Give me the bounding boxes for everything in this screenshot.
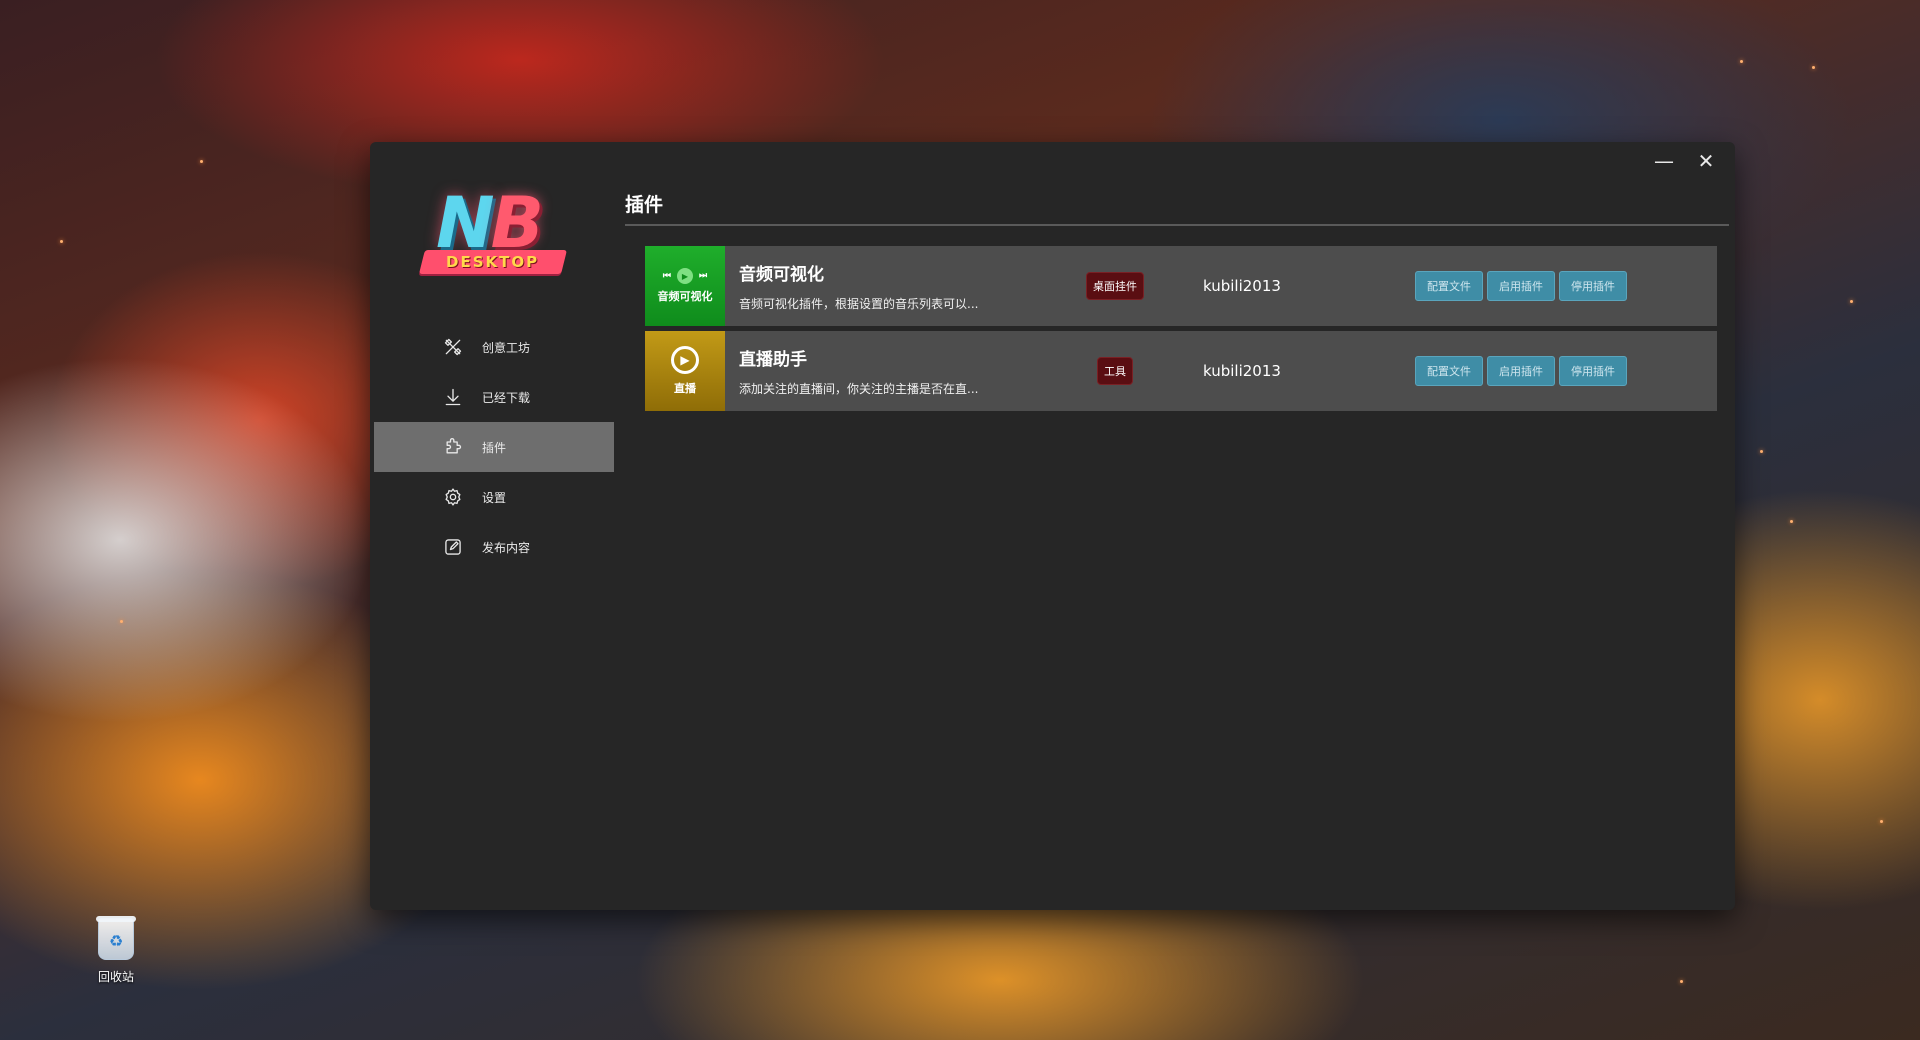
edit-icon — [442, 536, 464, 558]
sidebar-item-downloaded[interactable]: 已经下载 — [374, 372, 614, 422]
plugin-thumbnail: ⏮ ▶ ⏭ 音频可视化 — [645, 246, 725, 326]
config-file-button[interactable]: 配置文件 — [1415, 271, 1483, 301]
plugin-name: 音频可视化 — [739, 265, 824, 285]
sidebar-item-publish[interactable]: 发布内容 — [374, 522, 614, 572]
plugin-actions: 配置文件 启用插件 停用插件 — [1415, 271, 1627, 301]
sidebar-item-workshop[interactable]: 创意工坊 — [374, 322, 614, 372]
puzzle-icon — [442, 436, 464, 458]
play-circle-icon: ▶ — [671, 346, 699, 374]
title-divider — [625, 224, 1729, 226]
plugin-thumbnail-label: 直播 — [674, 382, 696, 395]
sidebar-item-label: 已经下载 — [482, 390, 531, 405]
sidebar-item-label: 发布内容 — [482, 540, 531, 555]
plugin-row: ▶ 直播 直播助手 添加关注的直播间，你关注的主播是否在直... 工具 kubi… — [645, 331, 1717, 411]
plugin-list: ⏮ ▶ ⏭ 音频可视化 音频可视化 音频可视化插件，根据设置的音乐列表可以... 桌… — [645, 246, 1717, 411]
plugin-actions: 配置文件 启用插件 停用插件 — [1415, 356, 1627, 386]
sidebar-item-plugins[interactable]: 插件 — [374, 422, 614, 472]
recycle-bin-icon: ♻ — [96, 916, 136, 960]
plugin-description: 添加关注的直播间，你关注的主播是否在直... — [739, 382, 979, 396]
download-icon — [442, 386, 464, 408]
plugin-author: kubili2013 — [1203, 277, 1281, 295]
plugin-thumbnail: ▶ 直播 — [645, 331, 725, 411]
plugin-row: ⏮ ▶ ⏭ 音频可视化 音频可视化 音频可视化插件，根据设置的音乐列表可以... 桌… — [645, 246, 1717, 326]
minimize-button[interactable]: — — [1653, 150, 1675, 172]
plugin-author: kubili2013 — [1203, 362, 1281, 380]
enable-plugin-button[interactable]: 启用插件 — [1487, 356, 1555, 386]
main-content: 插件 ⏮ ▶ ⏭ 音频可视化 音频可视化 音频可视化插件，根据设置的音乐列表可以..… — [625, 190, 1729, 416]
disable-plugin-button[interactable]: 停用插件 — [1559, 271, 1627, 301]
media-controls-icon: ⏮ ▶ ⏭ — [663, 268, 707, 284]
plugin-name: 直播助手 — [739, 350, 807, 370]
page-title: 插件 — [625, 194, 664, 216]
plugin-tag-badge: 桌面挂件 — [1086, 272, 1144, 300]
logo-banner: DESKTOP — [419, 250, 567, 274]
sidebar-item-settings[interactable]: 设置 — [374, 472, 614, 522]
sidebar: 创意工坊 已经下载 插件 设置 发布内容 — [374, 322, 614, 572]
sidebar-item-label: 创意工坊 — [482, 340, 531, 355]
enable-plugin-button[interactable]: 启用插件 — [1487, 271, 1555, 301]
plugin-description: 音频可视化插件，根据设置的音乐列表可以... — [739, 297, 979, 311]
tools-icon — [442, 336, 464, 358]
recycle-bin-label: 回收站 — [97, 970, 134, 984]
plugin-tag-badge: 工具 — [1097, 357, 1133, 385]
config-file-button[interactable]: 配置文件 — [1415, 356, 1483, 386]
app-window: — ✕ NB DESKTOP 创意工坊 已经下载 插件 设置 发布内容 插件 ⏮… — [370, 142, 1735, 910]
sidebar-item-label: 插件 — [482, 440, 507, 455]
plugin-thumbnail-label: 音频可视化 — [657, 290, 713, 303]
close-button[interactable]: ✕ — [1695, 150, 1717, 172]
window-controls: — ✕ — [1653, 150, 1717, 172]
disable-plugin-button[interactable]: 停用插件 — [1559, 356, 1627, 386]
recycle-bin-desktop-icon[interactable]: ♻ 回收站 — [88, 916, 144, 985]
sidebar-item-label: 设置 — [482, 490, 507, 505]
gear-icon — [442, 486, 464, 508]
app-logo: NB DESKTOP — [418, 182, 568, 282]
